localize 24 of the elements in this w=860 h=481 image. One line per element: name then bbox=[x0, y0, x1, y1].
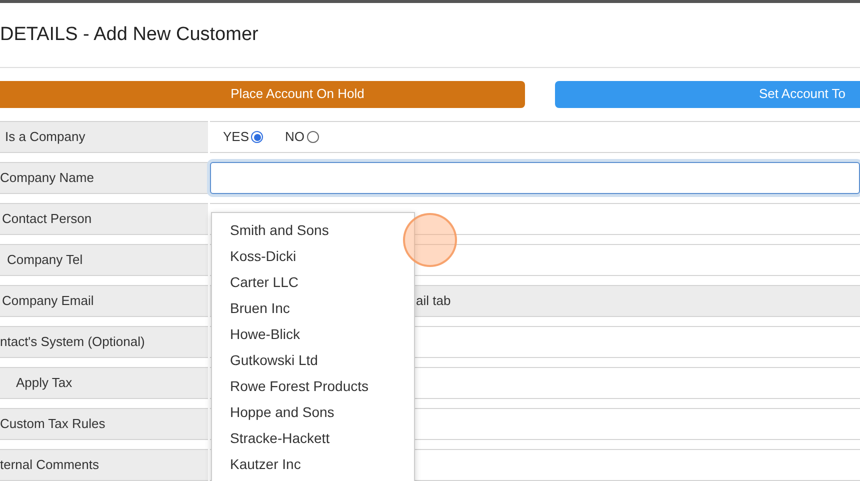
field-label: Apply Tax bbox=[0, 367, 208, 399]
page-title: DETAILS - Add New Customer bbox=[0, 22, 258, 47]
suggestion-item[interactable]: Kautzer Inc bbox=[212, 451, 414, 477]
field-label: Custom Tax Rules bbox=[0, 408, 208, 440]
radio-button[interactable] bbox=[251, 131, 264, 143]
field-label: Contact Person bbox=[0, 203, 208, 235]
suggestion-item[interactable]: Koss-Dicki bbox=[212, 243, 414, 269]
suggestion-item[interactable]: Hoppe and Sons bbox=[212, 399, 414, 425]
option-label: YES bbox=[223, 128, 250, 146]
field-label: Is a Company bbox=[0, 121, 208, 153]
suggestion-item[interactable]: Rowe Forest Products bbox=[212, 373, 414, 399]
option-label: NO bbox=[285, 128, 305, 146]
click-marker-icon bbox=[403, 213, 457, 267]
input-field[interactable] bbox=[210, 162, 860, 194]
suggestion-item[interactable]: Smith and Sons bbox=[212, 217, 414, 243]
radio-button[interactable] bbox=[306, 131, 319, 143]
suggestion-item[interactable]: Stracke-Hackett bbox=[212, 425, 414, 451]
field-label: Company Email bbox=[0, 285, 208, 317]
field-label: Company Name bbox=[0, 162, 208, 194]
field-label: ntact's System (Optional) bbox=[0, 326, 208, 358]
field-label: Company Tel bbox=[0, 244, 208, 276]
field-label: ternal Comments bbox=[0, 449, 208, 481]
suggestion-item[interactable]: Howe-Blick bbox=[212, 321, 414, 347]
suggestion-item[interactable]: Gutkowski Ltd bbox=[212, 347, 414, 373]
